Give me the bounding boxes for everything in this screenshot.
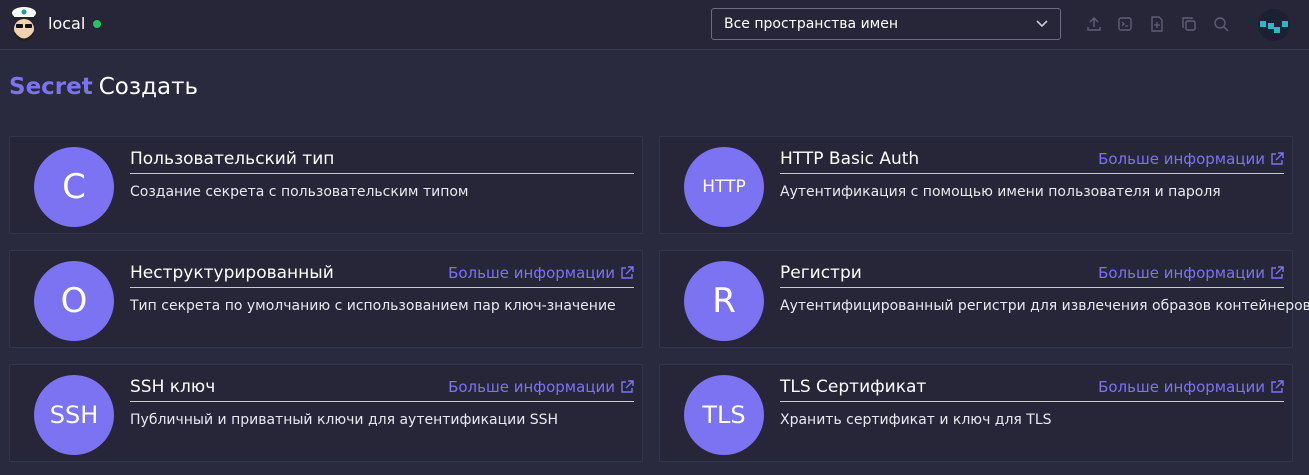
cluster-name[interactable]: local [48, 14, 85, 33]
card-title: Пользовательский тип [130, 149, 335, 169]
card-icon-circle: SSH [34, 375, 114, 455]
external-link-icon [1271, 152, 1284, 165]
card-description: Аутентификация с помощью имени пользоват… [780, 184, 1221, 200]
card-title: SSH ключ [130, 377, 216, 397]
card-divider [130, 173, 634, 174]
more-info-label: Больше информации [1098, 150, 1265, 168]
copy-icon[interactable] [1181, 16, 1197, 32]
cluster-status-dot [93, 20, 101, 28]
more-info-label: Больше информации [448, 378, 615, 396]
namespace-select-value: Все пространства имен [724, 16, 899, 32]
card-description: Хранить сертификат и ключ для TLS [780, 412, 1052, 428]
page-title-kind[interactable]: Secret [9, 74, 93, 100]
card-icon-circle: TLS [684, 375, 764, 455]
card-divider [780, 287, 1284, 288]
card-icon-circle: O [34, 261, 114, 341]
secret-type-card-custom[interactable]: C Пользовательский тип Создание секрета … [9, 136, 643, 234]
more-info-link[interactable]: Больше информации [448, 378, 634, 396]
card-icon-circle: C [34, 147, 114, 227]
rancher-logo-icon[interactable] [8, 4, 40, 44]
card-title: TLS Сертификат [780, 377, 927, 397]
secret-type-card-ssh[interactable]: SSH SSH ключ Больше информации Публичный… [9, 364, 643, 462]
terminal-icon[interactable] [1117, 16, 1133, 32]
more-info-link[interactable]: Больше информации [1098, 150, 1284, 168]
card-icon-circle: HTTP [684, 147, 764, 227]
card-description: Аутентифицированный регистри для извлече… [780, 298, 1309, 314]
external-link-icon [621, 380, 634, 393]
page-title: Secret Создать [9, 74, 198, 100]
secret-type-card-basic-auth[interactable]: HTTP HTTP Basic Auth Больше информации А… [659, 136, 1293, 234]
card-title: Неструктурированный [130, 263, 334, 283]
secret-type-card-tls[interactable]: TLS TLS Сертификат Больше информации Хра… [659, 364, 1293, 462]
page-title-action: Создать [98, 74, 199, 100]
secret-type-card-registry[interactable]: R Регистри Больше информации Аутентифици… [659, 250, 1309, 348]
external-link-icon [621, 266, 634, 279]
avatar-icon [1260, 21, 1288, 33]
top-header: local Все пространства имен [0, 0, 1309, 50]
card-title: Регистри [780, 263, 862, 283]
more-info-link[interactable]: Больше информации [448, 264, 634, 282]
namespace-select[interactable]: Все пространства имен [711, 8, 1061, 40]
external-link-icon [1271, 266, 1284, 279]
external-link-icon [1271, 380, 1284, 393]
user-avatar[interactable] [1258, 9, 1290, 41]
chevron-down-icon [1036, 20, 1048, 28]
more-info-label: Больше информации [448, 264, 615, 282]
card-divider [780, 173, 1284, 174]
more-info-link[interactable]: Больше информации [1098, 378, 1284, 396]
card-divider [130, 287, 634, 288]
card-icon-circle: R [684, 261, 764, 341]
upload-icon[interactable] [1086, 16, 1102, 32]
card-description: Создание секрета с пользовательским типо… [130, 184, 469, 200]
more-info-link[interactable]: Больше информации [1098, 264, 1284, 282]
card-divider [130, 401, 634, 402]
more-info-label: Больше информации [1098, 378, 1265, 396]
card-description: Публичный и приватный ключи для аутентиф… [130, 412, 559, 428]
search-icon[interactable] [1213, 16, 1229, 32]
file-plus-icon[interactable] [1149, 16, 1165, 32]
card-divider [780, 401, 1284, 402]
card-title: HTTP Basic Auth [780, 149, 920, 169]
more-info-label: Больше информации [1098, 264, 1265, 282]
card-description: Тип секрета по умолчанию с использование… [130, 298, 616, 314]
secret-type-card-opaque[interactable]: O Неструктурированный Больше информации … [9, 250, 643, 348]
